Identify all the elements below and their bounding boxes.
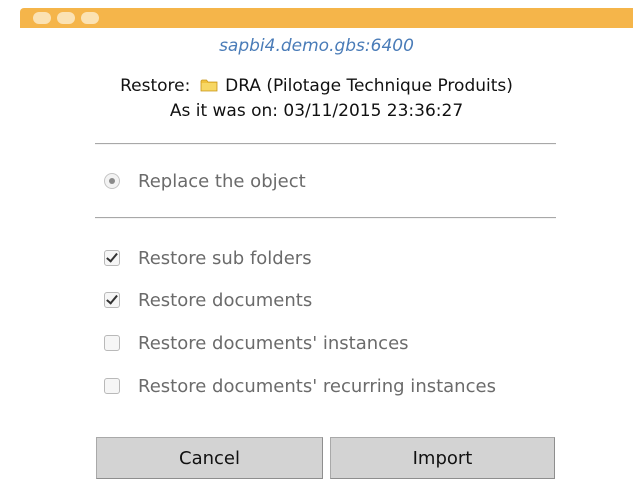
restore-documents-option[interactable]: Restore documents — [104, 288, 312, 312]
restore-instances-checkbox[interactable] — [104, 335, 120, 351]
restore-sub-folders-label: Restore sub folders — [138, 247, 312, 269]
import-button[interactable]: Import — [330, 437, 555, 479]
replace-object-option[interactable]: Replace the object — [104, 169, 306, 193]
window-control-minimize[interactable] — [57, 12, 75, 24]
restore-recurring-instances-option[interactable]: Restore documents' recurring instances — [104, 374, 496, 398]
restore-object-name: DRA (Pilotage Technique Produits) — [225, 76, 513, 96]
restore-documents-label: Restore documents — [138, 289, 313, 311]
restore-instances-option[interactable]: Restore documents' instances — [104, 331, 409, 355]
restore-sub-folders-option[interactable]: Restore sub folders — [104, 246, 312, 270]
window-control-close[interactable] — [33, 12, 51, 24]
title-bar[interactable] — [20, 8, 633, 28]
window-control-maximize[interactable] — [81, 12, 99, 24]
restore-recurring-instances-label: Restore documents' recurring instances — [138, 375, 496, 397]
restore-prefix: Restore: — [120, 76, 191, 96]
divider — [95, 217, 556, 219]
server-name: sapbi4.demo.gbs:6400 — [219, 36, 414, 56]
folder-icon — [200, 79, 218, 92]
replace-object-radio[interactable] — [104, 173, 120, 189]
restore-timestamp: As it was on: 03/11/2015 23:36:27 — [169, 101, 464, 121]
restore-instances-label: Restore documents' instances — [138, 332, 409, 354]
divider — [95, 143, 556, 145]
restore-dialog: sapbi4.demo.gbs:6400 Restore: DRA (Pilot… — [0, 0, 633, 494]
restore-heading: Restore: DRA (Pilotage Technique Produit… — [0, 76, 633, 96]
restore-sub-folders-checkbox[interactable] — [104, 250, 120, 266]
restore-documents-checkbox[interactable] — [104, 292, 120, 308]
restore-recurring-instances-checkbox[interactable] — [104, 378, 120, 394]
replace-object-label: Replace the object — [138, 170, 306, 192]
cancel-button[interactable]: Cancel — [96, 437, 323, 479]
